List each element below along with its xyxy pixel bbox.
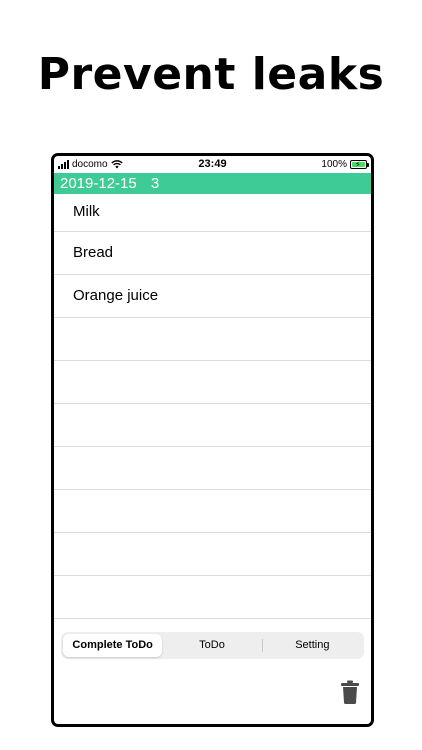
list-item[interactable]	[54, 490, 371, 533]
tab-complete-todo[interactable]: Complete ToDo	[63, 634, 163, 657]
list-item[interactable]	[54, 361, 371, 404]
nav-bar: 2019-12-15 3	[54, 173, 371, 194]
list-item[interactable]: Bread	[54, 232, 371, 275]
battery-percent: 100%	[321, 159, 347, 170]
list-item[interactable]	[54, 318, 371, 361]
phone-frame: docomo 23:49 100% ⚡ 2019-12-15 3 Milk Br…	[51, 153, 374, 727]
list-item[interactable]	[54, 576, 371, 619]
todo-list: Milk Bread Orange juice	[54, 194, 371, 619]
tab-segmented-control: Complete ToDo ToDo Setting	[61, 632, 364, 659]
status-bar: docomo 23:49 100% ⚡	[54, 156, 371, 173]
list-item[interactable]: Orange juice	[54, 275, 371, 318]
nav-date: 2019-12-15	[60, 175, 137, 192]
list-item[interactable]	[54, 404, 371, 447]
trash-icon[interactable]	[340, 680, 360, 704]
tab-todo[interactable]: ToDo	[162, 634, 261, 657]
list-item[interactable]	[54, 533, 371, 576]
tab-setting[interactable]: Setting	[263, 634, 362, 657]
list-item[interactable]	[54, 447, 371, 490]
list-item-label: Bread	[73, 244, 114, 261]
promo-headline: Prevent leaks	[37, 49, 385, 100]
list-item-label: Milk	[73, 203, 100, 220]
battery-icon: ⚡	[350, 160, 369, 169]
list-item[interactable]: Milk	[54, 194, 371, 232]
status-right: 100% ⚡	[321, 156, 369, 173]
nav-item-count: 3	[150, 175, 160, 192]
list-item-label: Orange juice	[73, 287, 159, 304]
